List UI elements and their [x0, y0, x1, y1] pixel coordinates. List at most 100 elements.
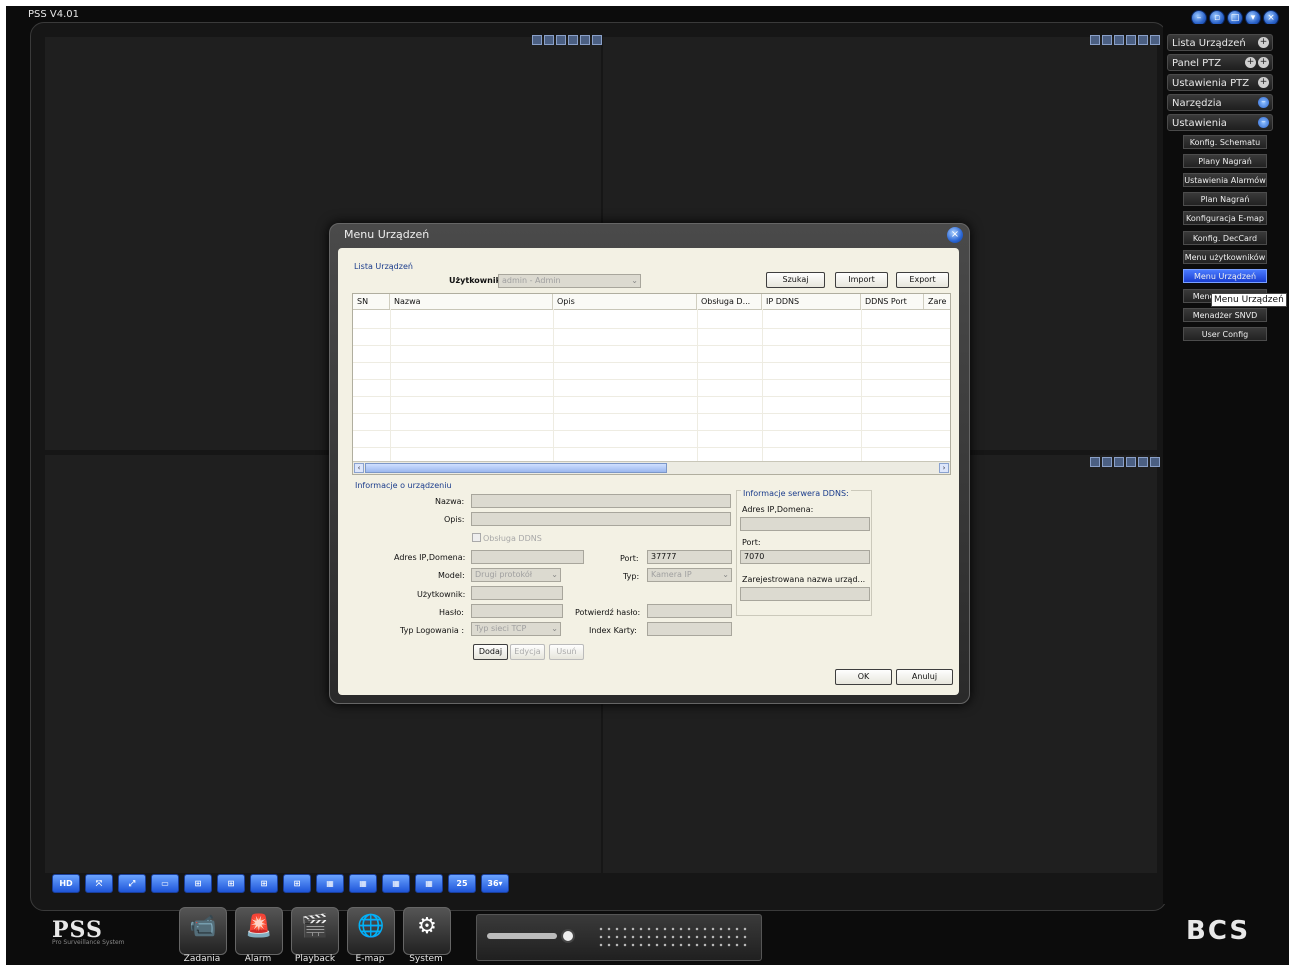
cancel-button[interactable]: Anuluj: [896, 669, 953, 685]
scrollbar-thumb[interactable]: [365, 463, 667, 473]
submenu-user-menu[interactable]: Menu użytkowników: [1183, 250, 1267, 264]
tasks-tool-button[interactable]: 📹: [179, 907, 227, 955]
user-filter-select[interactable]: admin - Admin ⌄: [498, 274, 641, 288]
tasks-tool-label: Zadania: [183, 954, 221, 964]
login-type-label: Typ Logowania :: [400, 626, 465, 635]
col-desc[interactable]: Opis: [553, 294, 697, 309]
export-button[interactable]: Export: [896, 272, 949, 288]
model-label: Model:: [438, 571, 465, 580]
ok-button[interactable]: OK: [835, 669, 892, 685]
col-ip-ddns[interactable]: IP DDNS: [762, 294, 861, 309]
col-registered[interactable]: Zare: [924, 294, 950, 309]
confirm-password-field[interactable]: [647, 604, 732, 618]
col-sn[interactable]: SN: [353, 294, 390, 309]
username-field[interactable]: [471, 586, 563, 600]
alarm-tool-button[interactable]: 🚨: [235, 907, 283, 955]
login-type-select[interactable]: Typ sieci TCP ⌄: [471, 622, 561, 636]
menu-settings[interactable]: Ustawienia –: [1167, 114, 1273, 131]
submenu-device-menu[interactable]: Menu Urządzeń: [1183, 269, 1267, 283]
minus-icon: –: [1258, 117, 1269, 128]
col-name[interactable]: Nazwa: [390, 294, 553, 309]
tooltip: Menu Urządzeń: [1211, 293, 1287, 307]
menu-tools[interactable]: Narzędzia –: [1167, 94, 1273, 111]
table-horizontal-scrollbar[interactable]: ‹ ›: [353, 461, 950, 474]
app-title: PSS V4.01: [28, 9, 80, 20]
ddns-checkbox-label: Obsługa DDNS: [483, 534, 542, 543]
playback-control-panel: [476, 914, 762, 961]
emap-tool-button[interactable]: 🌐: [347, 907, 395, 955]
card-index-field[interactable]: [647, 622, 732, 636]
add-button[interactable]: Dodaj: [473, 644, 508, 660]
name-field[interactable]: [471, 494, 731, 508]
layout-9-button[interactable]: ⊞: [283, 874, 311, 893]
layout-fullscreen-button[interactable]: ⤢: [118, 874, 146, 893]
layout-6-button[interactable]: ⊞: [217, 874, 245, 893]
pane-1-toolbar[interactable]: [532, 35, 602, 45]
ddns-ip-field[interactable]: [740, 517, 870, 531]
pane-4-toolbar[interactable]: [1090, 457, 1160, 467]
camera-icon: 📹: [189, 914, 217, 939]
import-button[interactable]: Import: [835, 272, 888, 288]
search-button[interactable]: Szukaj: [766, 272, 825, 288]
chevron-down-icon: ⌄: [551, 624, 558, 633]
password-field[interactable]: [471, 604, 563, 618]
volume-slider[interactable]: [487, 933, 557, 939]
menu-device-list[interactable]: Lista Urządzeń +: [1167, 34, 1273, 51]
card-index-label: Index Karty:: [589, 626, 637, 635]
layout-button-2[interactable]: ⤧: [85, 874, 113, 893]
layout-8-button[interactable]: ⊞: [250, 874, 278, 893]
confirm-password-label: Potwierdź hasło:: [575, 608, 641, 617]
playback-tool-label: Playback: [294, 954, 336, 964]
col-ddns-support[interactable]: Obsługa D...: [697, 294, 762, 309]
layout-25-button[interactable]: 25: [448, 874, 476, 893]
ddns-port-field[interactable]: 7070: [740, 550, 870, 564]
scroll-right-icon[interactable]: ›: [939, 463, 949, 473]
submenu-layout-config[interactable]: Konfig. Schematu: [1183, 135, 1267, 149]
alarm-tool-label: Alarm: [244, 954, 272, 964]
menu-ptz-panel[interactable]: Panel PTZ + +: [1167, 54, 1273, 71]
description-field[interactable]: [471, 512, 731, 526]
playback-tool-button[interactable]: 🎬: [291, 907, 339, 955]
device-table[interactable]: SN Nazwa Opis Obsługa D... IP DDNS DDNS …: [352, 293, 951, 475]
record-indicator-icon: [561, 929, 575, 943]
scroll-left-icon[interactable]: ‹: [354, 463, 364, 473]
layout-20-button[interactable]: ▦: [415, 874, 443, 893]
device-info-section-title: Informacje o urządzeniu: [355, 481, 452, 490]
submenu-deccard-config[interactable]: Konfig. DecCard: [1183, 231, 1267, 245]
submenu-snvd-manager-2[interactable]: Menadżer SNVD: [1183, 308, 1267, 322]
model-select[interactable]: Drugi protokół ⌄: [471, 568, 561, 582]
pane-2-toolbar[interactable]: [1090, 35, 1160, 45]
col-ddns-port[interactable]: DDNS Port: [861, 294, 924, 309]
user-filter-label: Użytkownik:: [449, 276, 505, 285]
layout-13-button[interactable]: ▦: [349, 874, 377, 893]
submenu-user-config[interactable]: User Config: [1183, 327, 1267, 341]
close-icon[interactable]: ×: [947, 227, 963, 243]
ip-domain-field[interactable]: [471, 550, 584, 564]
menu-ptz-settings[interactable]: Ustawienia PTZ +: [1167, 74, 1273, 91]
plus-icon: +: [1258, 57, 1269, 68]
layout-10-button[interactable]: ▦: [316, 874, 344, 893]
ddns-section-title: Informacje serwera DDNS:: [741, 489, 851, 498]
submenu-alarm-settings[interactable]: Ustawienia Alarmów: [1183, 173, 1267, 187]
delete-button[interactable]: Usuń: [549, 644, 584, 660]
edit-button[interactable]: Edycja: [510, 644, 545, 660]
chevron-down-icon: ⌄: [551, 570, 558, 579]
submenu-emap-config[interactable]: Konfiguracja E-map: [1183, 211, 1267, 225]
port-field[interactable]: 37777: [647, 550, 732, 564]
submenu-record-plan[interactable]: Plan Nagrań: [1183, 192, 1267, 206]
layout-hd-button[interactable]: HD: [52, 874, 80, 893]
system-tool-button[interactable]: ⚙: [403, 907, 451, 955]
layout-4-button[interactable]: ⊞: [184, 874, 212, 893]
device-list-section-title: Lista Urządzeń: [354, 262, 413, 271]
submenu-record-plans[interactable]: Plany Nagrań: [1183, 154, 1267, 168]
ddns-checkbox[interactable]: [472, 533, 481, 542]
name-label: Nazwa:: [435, 497, 465, 506]
globe-icon: 🌐: [357, 914, 385, 939]
layout-1-button[interactable]: ▭: [151, 874, 179, 893]
type-select[interactable]: Kamera IP ⌄: [647, 568, 732, 582]
layout-36-button[interactable]: 36▾: [481, 874, 509, 893]
layout-16-button[interactable]: ▦: [382, 874, 410, 893]
ddns-registered-field[interactable]: [740, 587, 870, 601]
ddns-registered-label: Zarejestrowana nazwa urząd...: [742, 575, 866, 584]
clapperboard-icon: 🎬: [301, 914, 329, 939]
